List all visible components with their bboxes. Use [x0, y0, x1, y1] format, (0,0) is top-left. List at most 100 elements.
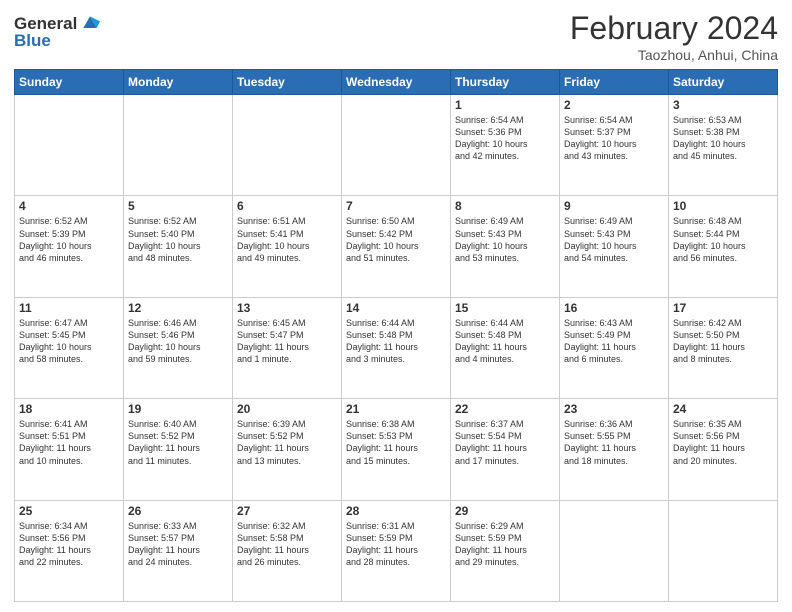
- day-number: 5: [128, 199, 228, 213]
- day-number: 13: [237, 301, 337, 315]
- day-cell-1-2: 6 Sunrise: 6:51 AM Sunset: 5:41 PM Daylig…: [233, 196, 342, 297]
- day-info: Sunrise: 6:34 AM Sunset: 5:56 PM Dayligh…: [19, 520, 119, 569]
- day-cell-0-1: [124, 95, 233, 196]
- day-info: Sunrise: 6:43 AM Sunset: 5:49 PM Dayligh…: [564, 317, 664, 366]
- day-cell-0-6: 3 Sunrise: 6:53 AM Sunset: 5:38 PM Daylig…: [669, 95, 778, 196]
- day-number: 18: [19, 402, 119, 416]
- day-number: 24: [673, 402, 773, 416]
- day-cell-3-3: 21 Sunrise: 6:38 AM Sunset: 5:53 PM Dayli…: [342, 399, 451, 500]
- day-number: 26: [128, 504, 228, 518]
- day-info: Sunrise: 6:42 AM Sunset: 5:50 PM Dayligh…: [673, 317, 773, 366]
- day-cell-4-2: 27Sunrise: 6:32 AM Sunset: 5:58 PM Dayli…: [233, 500, 342, 601]
- day-number: 9: [564, 199, 664, 213]
- logo-blue: Blue: [14, 31, 100, 51]
- day-cell-2-1: 12 Sunrise: 6:46 AM Sunset: 5:46 PM Dayli…: [124, 297, 233, 398]
- day-info: Sunrise: 6:41 AM Sunset: 5:51 PM Dayligh…: [19, 418, 119, 467]
- day-info: Sunrise: 6:35 AM Sunset: 5:56 PM Dayligh…: [673, 418, 773, 467]
- day-cell-4-5: [560, 500, 669, 601]
- day-info: Sunrise: 6:46 AM Sunset: 5:46 PM Dayligh…: [128, 317, 228, 366]
- day-number: 11: [19, 301, 119, 315]
- day-number: 12: [128, 301, 228, 315]
- day-info: Sunrise: 6:48 AM Sunset: 5:44 PM Dayligh…: [673, 215, 773, 264]
- day-info: Sunrise: 6:29 AM Sunset: 5:59 PM Dayligh…: [455, 520, 555, 569]
- day-cell-4-6: [669, 500, 778, 601]
- logo: General Blue: [14, 14, 100, 51]
- day-cell-1-1: 5Sunrise: 6:52 AM Sunset: 5:40 PM Daylig…: [124, 196, 233, 297]
- day-cell-3-5: 23 Sunrise: 6:36 AM Sunset: 5:55 PM Dayli…: [560, 399, 669, 500]
- weekday-header-row: Sunday Monday Tuesday Wednesday Thursday…: [15, 70, 778, 95]
- week-row-2: 11 Sunrise: 6:47 AM Sunset: 5:45 PM Dayli…: [15, 297, 778, 398]
- day-info: Sunrise: 6:53 AM Sunset: 5:38 PM Dayligh…: [673, 114, 773, 163]
- header: General Blue February 2024 Taozhou, Anhu…: [14, 10, 778, 63]
- day-cell-2-6: 17 Sunrise: 6:42 AM Sunset: 5:50 PM Dayli…: [669, 297, 778, 398]
- col-friday: Friday: [560, 70, 669, 95]
- day-cell-3-4: 22Sunrise: 6:37 AM Sunset: 5:54 PM Dayli…: [451, 399, 560, 500]
- day-info: Sunrise: 6:49 AM Sunset: 5:43 PM Dayligh…: [455, 215, 555, 264]
- day-number: 25: [19, 504, 119, 518]
- col-saturday: Saturday: [669, 70, 778, 95]
- title-block: February 2024 Taozhou, Anhui, China: [570, 10, 778, 63]
- day-info: Sunrise: 6:36 AM Sunset: 5:55 PM Dayligh…: [564, 418, 664, 467]
- day-cell-0-4: 1Sunrise: 6:54 AM Sunset: 5:36 PM Daylig…: [451, 95, 560, 196]
- day-number: 7: [346, 199, 446, 213]
- day-info: Sunrise: 6:52 AM Sunset: 5:39 PM Dayligh…: [19, 215, 119, 264]
- week-row-1: 4Sunrise: 6:52 AM Sunset: 5:39 PM Daylig…: [15, 196, 778, 297]
- day-cell-2-5: 16 Sunrise: 6:43 AM Sunset: 5:49 PM Dayli…: [560, 297, 669, 398]
- page: General Blue February 2024 Taozhou, Anhu…: [0, 0, 792, 612]
- day-info: Sunrise: 6:40 AM Sunset: 5:52 PM Dayligh…: [128, 418, 228, 467]
- day-number: 15: [455, 301, 555, 315]
- day-number: 8: [455, 199, 555, 213]
- day-number: 22: [455, 402, 555, 416]
- day-cell-0-5: 2 Sunrise: 6:54 AM Sunset: 5:37 PM Daylig…: [560, 95, 669, 196]
- calendar-table: Sunday Monday Tuesday Wednesday Thursday…: [14, 69, 778, 602]
- day-info: Sunrise: 6:38 AM Sunset: 5:53 PM Dayligh…: [346, 418, 446, 467]
- day-number: 23: [564, 402, 664, 416]
- day-cell-1-4: 8 Sunrise: 6:49 AM Sunset: 5:43 PM Daylig…: [451, 196, 560, 297]
- day-number: 16: [564, 301, 664, 315]
- location: Taozhou, Anhui, China: [570, 47, 778, 63]
- day-cell-0-0: [15, 95, 124, 196]
- day-info: Sunrise: 6:47 AM Sunset: 5:45 PM Dayligh…: [19, 317, 119, 366]
- day-info: Sunrise: 6:50 AM Sunset: 5:42 PM Dayligh…: [346, 215, 446, 264]
- day-info: Sunrise: 6:31 AM Sunset: 5:59 PM Dayligh…: [346, 520, 446, 569]
- day-number: 21: [346, 402, 446, 416]
- day-cell-3-6: 24 Sunrise: 6:35 AM Sunset: 5:56 PM Dayli…: [669, 399, 778, 500]
- col-tuesday: Tuesday: [233, 70, 342, 95]
- col-monday: Monday: [124, 70, 233, 95]
- day-info: Sunrise: 6:33 AM Sunset: 5:57 PM Dayligh…: [128, 520, 228, 569]
- day-cell-0-2: [233, 95, 342, 196]
- day-cell-4-4: 29Sunrise: 6:29 AM Sunset: 5:59 PM Dayli…: [451, 500, 560, 601]
- day-cell-3-1: 19 Sunrise: 6:40 AM Sunset: 5:52 PM Dayli…: [124, 399, 233, 500]
- logo-icon: [80, 13, 100, 33]
- day-number: 19: [128, 402, 228, 416]
- col-sunday: Sunday: [15, 70, 124, 95]
- day-info: Sunrise: 6:49 AM Sunset: 5:43 PM Dayligh…: [564, 215, 664, 264]
- day-cell-1-3: 7 Sunrise: 6:50 AM Sunset: 5:42 PM Daylig…: [342, 196, 451, 297]
- week-row-4: 25 Sunrise: 6:34 AM Sunset: 5:56 PM Dayli…: [15, 500, 778, 601]
- day-number: 17: [673, 301, 773, 315]
- day-info: Sunrise: 6:45 AM Sunset: 5:47 PM Dayligh…: [237, 317, 337, 366]
- month-title: February 2024: [570, 10, 778, 47]
- day-cell-1-0: 4Sunrise: 6:52 AM Sunset: 5:39 PM Daylig…: [15, 196, 124, 297]
- week-row-0: 1Sunrise: 6:54 AM Sunset: 5:36 PM Daylig…: [15, 95, 778, 196]
- day-number: 3: [673, 98, 773, 112]
- day-number: 27: [237, 504, 337, 518]
- day-info: Sunrise: 6:44 AM Sunset: 5:48 PM Dayligh…: [455, 317, 555, 366]
- day-number: 6: [237, 199, 337, 213]
- day-cell-3-0: 18 Sunrise: 6:41 AM Sunset: 5:51 PM Dayli…: [15, 399, 124, 500]
- day-info: Sunrise: 6:44 AM Sunset: 5:48 PM Dayligh…: [346, 317, 446, 366]
- week-row-3: 18 Sunrise: 6:41 AM Sunset: 5:51 PM Dayli…: [15, 399, 778, 500]
- col-wednesday: Wednesday: [342, 70, 451, 95]
- day-cell-2-4: 15 Sunrise: 6:44 AM Sunset: 5:48 PM Dayli…: [451, 297, 560, 398]
- day-info: Sunrise: 6:51 AM Sunset: 5:41 PM Dayligh…: [237, 215, 337, 264]
- day-info: Sunrise: 6:39 AM Sunset: 5:52 PM Dayligh…: [237, 418, 337, 467]
- col-thursday: Thursday: [451, 70, 560, 95]
- day-number: 2: [564, 98, 664, 112]
- day-cell-4-1: 26 Sunrise: 6:33 AM Sunset: 5:57 PM Dayli…: [124, 500, 233, 601]
- day-number: 28: [346, 504, 446, 518]
- day-cell-0-3: [342, 95, 451, 196]
- day-info: Sunrise: 6:54 AM Sunset: 5:37 PM Dayligh…: [564, 114, 664, 163]
- day-cell-4-0: 25 Sunrise: 6:34 AM Sunset: 5:56 PM Dayli…: [15, 500, 124, 601]
- day-cell-1-5: 9 Sunrise: 6:49 AM Sunset: 5:43 PM Daylig…: [560, 196, 669, 297]
- day-cell-4-3: 28 Sunrise: 6:31 AM Sunset: 5:59 PM Dayli…: [342, 500, 451, 601]
